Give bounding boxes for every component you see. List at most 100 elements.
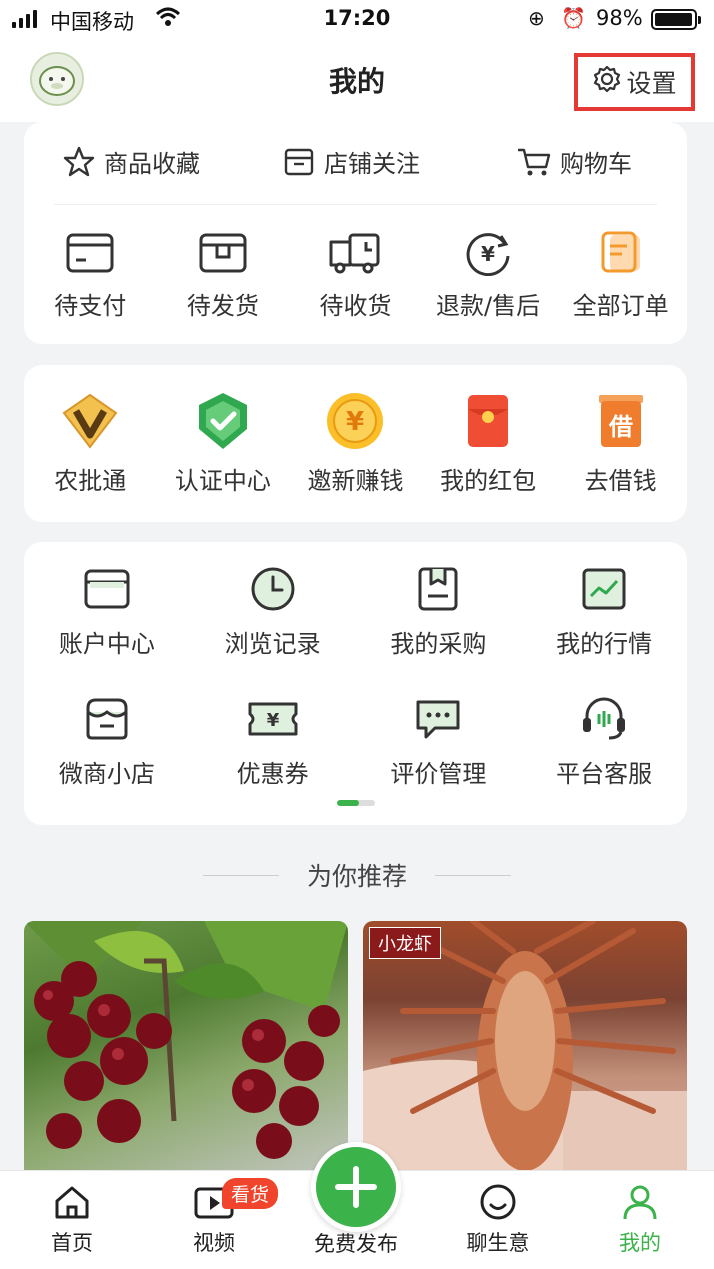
refund-icon: ¥	[463, 230, 513, 276]
recommend-header: 为你推荐	[0, 855, 714, 895]
shield-check-icon	[191, 391, 255, 451]
publish-label: 免费发布	[314, 1232, 398, 1256]
svg-text:¥: ¥	[481, 242, 495, 266]
service-loan[interactable]: 借 去借钱	[554, 391, 687, 496]
diamond-v-icon	[58, 391, 122, 451]
photo-tag: 小龙虾	[369, 927, 441, 959]
recommend-item-cherries[interactable]	[24, 921, 348, 1181]
divider	[202, 874, 279, 876]
order-pending-payment[interactable]: 待支付	[24, 230, 157, 321]
divider	[54, 204, 657, 205]
wallet-icon	[82, 566, 132, 612]
tab-label: 聊生意	[466, 1231, 530, 1255]
settings-button[interactable]: 设置	[574, 53, 695, 111]
settings-label: 设置	[626, 69, 677, 98]
purchase-icon	[413, 566, 463, 612]
service-nongpitong[interactable]: 农批通	[24, 391, 157, 496]
order-all[interactable]: 全部订单	[554, 230, 687, 321]
comment-icon	[413, 696, 463, 742]
tool-reviews[interactable]: 评价管理	[356, 696, 522, 789]
order-status-row: 待支付 待发货 待收货 ¥ 退款/售后 全部订单	[24, 230, 687, 321]
trend-icon	[579, 566, 629, 612]
favorites-link[interactable]: 商品收藏	[62, 144, 200, 179]
order-label: 待收货	[319, 292, 392, 320]
battery-icon	[651, 9, 701, 30]
tool-market[interactable]: 我的行情	[521, 566, 687, 659]
card-icon	[65, 230, 115, 276]
order-pending-shipment[interactable]: 待发货	[157, 230, 290, 321]
tab-label: 视频	[193, 1231, 235, 1255]
cart-label: 购物车	[560, 150, 632, 178]
service-red-envelope[interactable]: 我的红包	[422, 391, 555, 496]
service-label: 认证中心	[174, 467, 271, 495]
followed-shops-link[interactable]: 店铺关注	[282, 144, 420, 179]
video-badge: 看货	[222, 1178, 279, 1209]
cherries-image	[24, 921, 348, 1159]
recommend-title: 为你推荐	[306, 862, 407, 891]
gear-icon	[592, 64, 622, 100]
tool-coupon[interactable]: ¥ 优惠券	[190, 696, 356, 789]
publish-button[interactable]	[311, 1142, 401, 1232]
user-icon	[620, 1183, 660, 1221]
tools-row-1: 账户中心 浏览记录 我的采购 我的行情	[24, 566, 687, 659]
cart-link[interactable]: 购物车	[516, 144, 632, 179]
status-bar: 中国移动 17:20 ⊕ ⏰ 98%	[0, 0, 714, 40]
service-label: 我的红包	[440, 467, 537, 495]
tool-customer-service[interactable]: 平台客服	[521, 696, 687, 789]
orders-card: 商品收藏 店铺关注 购物车 待支付 待发货 待收货 ¥ 退款/售后 全部订单	[24, 122, 687, 344]
services-card: 农批通 认证中心 ¥ 邀新赚钱 我的红包 借 去借钱	[24, 365, 687, 522]
service-label: 邀新赚钱	[307, 467, 404, 495]
favorites-label: 商品收藏	[104, 150, 200, 178]
services-row: 农批通 认证中心 ¥ 邀新赚钱 我的红包 借 去借钱	[24, 391, 687, 496]
chat-icon	[478, 1183, 518, 1221]
service-certification[interactable]: 认证中心	[157, 391, 290, 496]
tool-label: 优惠券	[236, 760, 309, 788]
tool-label: 浏览记录	[224, 630, 321, 658]
tab-home[interactable]: 首页	[22, 1183, 122, 1257]
tab-mine[interactable]: 我的	[590, 1183, 690, 1257]
tool-label: 我的行情	[556, 630, 653, 658]
recommend-item-crayfish[interactable]: 小龙虾	[363, 921, 687, 1181]
alarm-icon: ⏰	[561, 6, 586, 30]
svg-text:借: 借	[608, 413, 633, 441]
loan-icon: 借	[589, 391, 653, 451]
package-icon	[198, 230, 248, 276]
svg-text:¥: ¥	[346, 407, 364, 437]
tool-label: 微商小店	[58, 760, 155, 788]
store-icon	[82, 696, 132, 742]
tools-row-2: 微商小店 ¥ 优惠券 评价管理 平台客服	[24, 696, 687, 789]
order-label: 退款/售后	[436, 292, 541, 320]
order-label: 待支付	[54, 292, 127, 320]
tools-card: 账户中心 浏览记录 我的采购 我的行情 微商小店 ¥ 优惠券 评价管理 平台客服	[24, 542, 687, 825]
plus-icon	[334, 1165, 378, 1209]
followed-shops-label: 店铺关注	[324, 150, 420, 178]
orders-icon	[596, 230, 646, 276]
order-label: 全部订单	[572, 292, 669, 320]
top-nav-bar: 我的 设置	[0, 40, 714, 122]
page-indicator	[337, 800, 375, 806]
truck-icon	[328, 230, 382, 276]
headset-icon	[579, 696, 629, 742]
svg-text:¥: ¥	[266, 710, 279, 731]
service-label: 农批通	[54, 467, 127, 495]
service-label: 去借钱	[584, 467, 657, 495]
shop-icon	[282, 145, 316, 179]
battery-percent: 98%	[596, 6, 643, 30]
order-label: 待发货	[186, 292, 259, 320]
cart-icon	[516, 145, 552, 179]
order-refund[interactable]: ¥ 退款/售后	[422, 230, 555, 321]
red-envelope-icon	[456, 391, 520, 451]
tool-label: 我的采购	[390, 630, 487, 658]
order-pending-receipt[interactable]: 待收货	[289, 230, 422, 321]
tool-account-center[interactable]: 账户中心	[24, 566, 190, 659]
tab-label: 我的	[619, 1231, 661, 1255]
service-invite[interactable]: ¥ 邀新赚钱	[289, 391, 422, 496]
tool-history[interactable]: 浏览记录	[190, 566, 356, 659]
divider	[435, 874, 511, 876]
tool-mini-store[interactable]: 微商小店	[24, 696, 190, 789]
tool-label: 平台客服	[556, 760, 653, 788]
coin-icon: ¥	[323, 391, 387, 451]
tool-label: 评价管理	[390, 760, 487, 788]
tool-purchase[interactable]: 我的采购	[356, 566, 522, 659]
tab-chat[interactable]: 聊生意	[448, 1183, 548, 1257]
